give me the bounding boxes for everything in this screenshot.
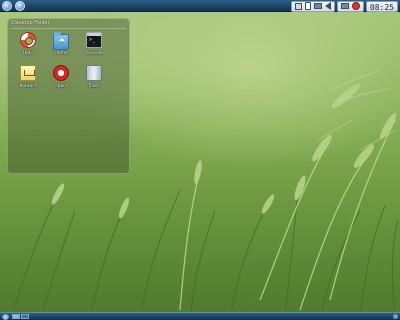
desktop-folder-widget[interactable]: Desktop Folder Help Home Konsole Kontact… bbox=[7, 18, 130, 174]
desktop-icon-kontact[interactable]: Kontact bbox=[13, 65, 43, 95]
desktop-icon-label: Kontact bbox=[19, 84, 37, 89]
kde-launcher-icon-2[interactable] bbox=[15, 0, 25, 11]
clipboard-icon[interactable] bbox=[304, 2, 311, 10]
pager-desktop-1[interactable] bbox=[12, 314, 20, 319]
bottom-panel bbox=[0, 312, 400, 320]
trash-icon bbox=[86, 65, 102, 81]
opera-icon bbox=[53, 65, 69, 81]
desktop-icon-opera[interactable]: Opera bbox=[46, 65, 76, 95]
help-lifebuoy-icon bbox=[20, 32, 36, 48]
desktop-icon-trash[interactable]: Trash bbox=[79, 65, 109, 95]
home-folder-icon bbox=[53, 32, 69, 50]
system-tray: 08:25 bbox=[290, 0, 400, 12]
display-icon[interactable] bbox=[313, 3, 322, 9]
desktop-pager bbox=[12, 314, 29, 319]
desktop-icon-label: Opera bbox=[54, 84, 68, 89]
folder-view-divider bbox=[11, 28, 126, 29]
screen-icon[interactable] bbox=[294, 2, 302, 10]
application-launcher-icon[interactable] bbox=[2, 313, 9, 320]
desktop-icon-konsole[interactable]: Konsole bbox=[79, 32, 109, 62]
folder-view-title: Desktop Folder bbox=[12, 20, 50, 26]
panel-toolbox-icon[interactable] bbox=[393, 314, 398, 319]
tray-icons-group-2 bbox=[336, 0, 364, 12]
top-panel: 08:25 bbox=[0, 0, 400, 12]
desktop-icon-label: Trash bbox=[88, 84, 100, 89]
desktop-icon-label: Konsole bbox=[85, 51, 103, 56]
network-icon[interactable] bbox=[340, 3, 349, 9]
tray-icons-group bbox=[290, 0, 335, 12]
desktop-icon-help[interactable]: Help bbox=[13, 32, 43, 62]
clock[interactable]: 08:25 bbox=[365, 0, 398, 12]
desktop-icon-home[interactable]: Home bbox=[46, 32, 76, 62]
kontact-icon bbox=[20, 65, 36, 81]
desktop-icon-label: Home bbox=[54, 51, 68, 56]
konsole-terminal-icon bbox=[86, 32, 102, 48]
pager-desktop-2[interactable] bbox=[21, 314, 29, 319]
kde-launcher-icon[interactable] bbox=[2, 0, 12, 11]
desktop-icon-label: Help bbox=[22, 51, 34, 56]
update-icon[interactable] bbox=[351, 2, 360, 10]
volume-icon[interactable] bbox=[324, 2, 331, 10]
